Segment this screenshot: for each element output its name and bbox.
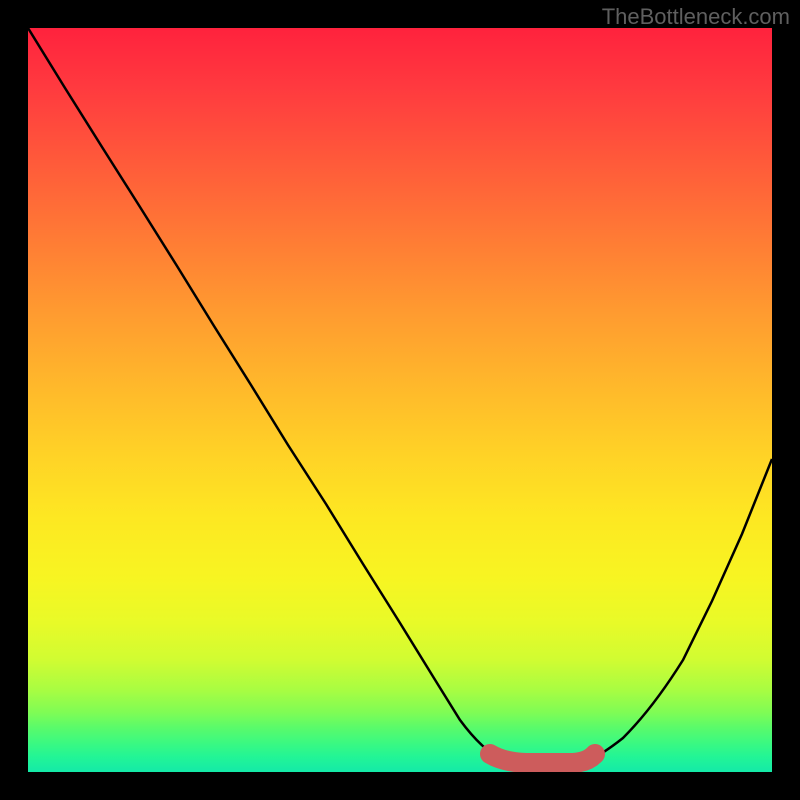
optimal-zone-marker [490, 754, 595, 763]
bottleneck-curve-line [28, 28, 772, 772]
chart-plot-area [28, 28, 772, 772]
watermark-text: TheBottleneck.com [602, 4, 790, 30]
chart-svg [28, 28, 772, 772]
optimal-zone-endpoint [586, 745, 604, 763]
